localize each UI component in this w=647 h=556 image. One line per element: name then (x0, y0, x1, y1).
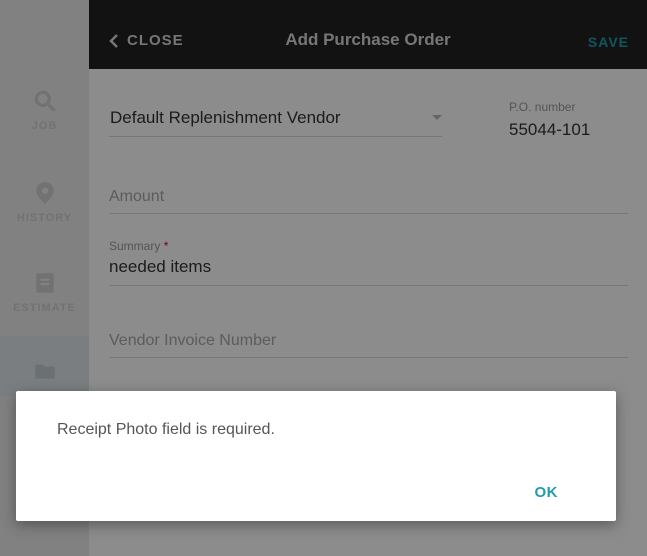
ok-button[interactable]: OK (535, 484, 559, 501)
alert-dialog: Receipt Photo field is required. OK (16, 391, 616, 521)
dialog-message: Receipt Photo field is required. (57, 421, 275, 438)
